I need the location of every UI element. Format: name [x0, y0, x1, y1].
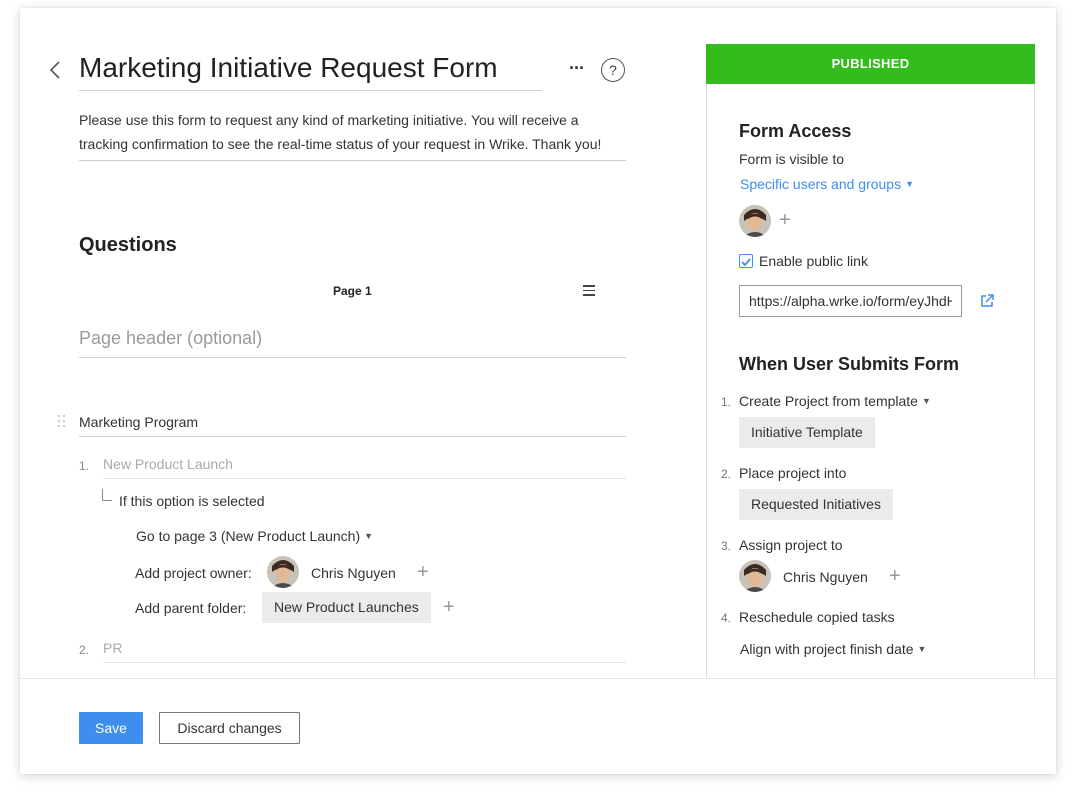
- caret-down-icon: ▼: [905, 179, 915, 189]
- caret-down-icon: ▼: [364, 531, 374, 541]
- published-status-banner: PUBLISHED: [706, 44, 1035, 84]
- form-access-heading: Form Access: [739, 121, 852, 141]
- plus-icon[interactable]: +: [889, 566, 901, 586]
- page-label: Page 1: [333, 284, 372, 298]
- template-type-value: Project from template: [784, 393, 918, 409]
- plus-icon[interactable]: +: [443, 597, 455, 617]
- question-name-field[interactable]: Marketing Program: [79, 414, 626, 437]
- reschedule-value: Align with project finish date: [740, 641, 914, 657]
- public-link-label: Enable public link: [759, 253, 868, 269]
- step-label: Create: [739, 393, 782, 409]
- assignee-name: Chris Nguyen: [783, 569, 868, 585]
- form-settings-sidebar: PUBLISHED Form Access Form is visible to…: [706, 44, 1035, 678]
- form-editor-panel: Marketing Initiative Request Form ··· ? …: [20, 8, 660, 678]
- step-create: Create Project from template ▼: [739, 393, 931, 409]
- template-type-dropdown[interactable]: Project from template ▼: [785, 393, 931, 409]
- option-number: 1.: [79, 459, 90, 473]
- add-parent-folder-label: Add parent folder:: [135, 600, 247, 616]
- avatar: [267, 556, 299, 588]
- caret-down-icon: ▼: [921, 396, 931, 406]
- goto-page-label: Go to page 3 (New Product Launch): [136, 528, 361, 544]
- hamburger-menu-icon[interactable]: [583, 285, 595, 296]
- help-icon[interactable]: ?: [601, 58, 625, 82]
- public-url-input[interactable]: [739, 285, 962, 317]
- step-label: Assign project to: [739, 537, 843, 553]
- option-number: 2.: [79, 643, 90, 657]
- avatar: [739, 560, 771, 592]
- step-label: Reschedule copied tasks: [739, 609, 895, 625]
- add-owner-label: Add project owner:: [135, 565, 252, 581]
- template-chip[interactable]: Initiative Template: [739, 417, 875, 448]
- folder-chip[interactable]: Requested Initiatives: [739, 489, 893, 520]
- parent-folder-chip[interactable]: New Product Launches: [262, 592, 431, 623]
- step-number: 1.: [721, 395, 732, 409]
- step-number: 4.: [721, 611, 732, 625]
- external-link-icon[interactable]: [979, 293, 995, 309]
- visibility-option: Specific users and groups: [740, 176, 902, 192]
- save-button[interactable]: Save: [79, 712, 143, 744]
- visibility-dropdown[interactable]: Specific users and groups ▼: [740, 176, 914, 192]
- form-editor-card: Marketing Initiative Request Form ··· ? …: [20, 8, 1056, 774]
- form-title[interactable]: Marketing Initiative Request Form: [79, 52, 542, 91]
- page-header-input[interactable]: Page header (optional): [79, 328, 626, 358]
- caret-down-icon: ▼: [917, 644, 927, 654]
- step-number: 3.: [721, 539, 732, 553]
- step-label: Place project into: [739, 465, 847, 481]
- reschedule-dropdown[interactable]: Align with project finish date ▼: [740, 641, 926, 657]
- chevron-left-icon[interactable]: [48, 60, 62, 80]
- footer-bar: Save Discard changes: [20, 678, 1056, 774]
- condition-label: If this option is selected: [119, 493, 265, 509]
- form-description[interactable]: Please use this form to request any kind…: [79, 108, 626, 161]
- questions-heading: Questions: [79, 234, 177, 256]
- more-horizontal-icon[interactable]: ···: [569, 58, 585, 79]
- submit-actions-heading: When User Submits Form: [739, 354, 960, 374]
- branch-arrow-icon: [102, 489, 112, 501]
- step-number: 2.: [721, 467, 732, 481]
- visible-to-label: Form is visible to: [739, 151, 845, 167]
- checkmark-icon: [741, 258, 751, 267]
- plus-icon[interactable]: +: [417, 562, 429, 582]
- goto-page-dropdown[interactable]: Go to page 3 (New Product Launch) ▼: [136, 528, 373, 544]
- avatar: [739, 205, 771, 237]
- public-link-checkbox[interactable]: [739, 254, 753, 268]
- option-field-pr[interactable]: PR: [103, 640, 626, 663]
- owner-name: Chris Nguyen: [311, 565, 396, 581]
- discard-changes-button[interactable]: Discard changes: [159, 712, 300, 744]
- option-field-new-product-launch[interactable]: New Product Launch: [103, 456, 626, 479]
- plus-icon[interactable]: +: [779, 210, 791, 230]
- drag-handle-icon[interactable]: [58, 415, 66, 431]
